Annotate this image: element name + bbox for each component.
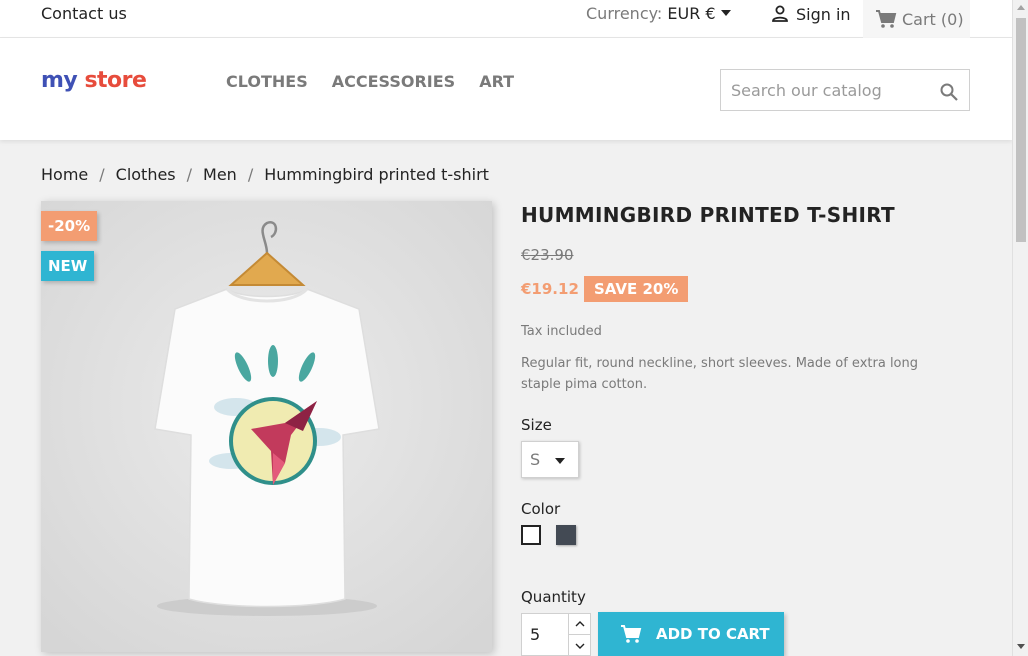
discount-badge: SAVE 20% xyxy=(584,276,689,302)
quantity-label: Quantity xyxy=(521,588,586,606)
currency-value: EUR € xyxy=(667,4,716,23)
main-menu: CLOTHES ACCESSORIES ART xyxy=(226,72,514,91)
size-select[interactable]: S xyxy=(521,441,579,478)
sign-in-label: Sign in xyxy=(796,4,851,24)
site-header: my store CLOTHES ACCESSORIES ART xyxy=(0,38,1012,140)
quantity-input[interactable] xyxy=(522,614,568,655)
menu-item-accessories[interactable]: ACCESSORIES xyxy=(332,72,455,91)
new-flag: NEW xyxy=(41,251,95,281)
add-to-cart-button[interactable]: ADD TO CART xyxy=(598,612,784,656)
search-input[interactable] xyxy=(721,70,921,110)
quantity-increase-button[interactable] xyxy=(568,614,590,635)
cart-icon xyxy=(621,625,642,643)
breadcrumb-clothes[interactable]: Clothes xyxy=(116,165,176,184)
cart-button[interactable]: Cart (0) xyxy=(863,0,970,38)
currency-label: Currency: xyxy=(586,4,663,23)
chevron-down-icon xyxy=(575,643,584,649)
logo-part-my: my xyxy=(41,68,78,93)
add-to-cart-label: ADD TO CART xyxy=(656,625,770,643)
breadcrumb-separator: / xyxy=(186,165,193,184)
cart-label: Cart (0) xyxy=(902,9,964,29)
scroll-up-arrow-icon[interactable] xyxy=(1017,5,1025,10)
menu-item-art[interactable]: ART xyxy=(479,72,514,91)
size-label: Size xyxy=(521,416,552,434)
user-icon xyxy=(772,5,788,22)
contact-us-link[interactable]: Contact us xyxy=(41,4,127,23)
breadcrumb-separator: / xyxy=(99,165,105,184)
cart-icon xyxy=(876,10,897,28)
menu-item-clothes[interactable]: CLOTHES xyxy=(226,72,308,91)
breadcrumb-home[interactable]: Home xyxy=(41,165,88,184)
store-logo[interactable]: my store xyxy=(41,68,147,93)
discount-flag: -20% xyxy=(41,211,98,241)
scroll-down-arrow-icon[interactable] xyxy=(1017,644,1025,649)
product-cover-image[interactable] xyxy=(41,201,492,652)
search-icon[interactable] xyxy=(939,82,959,102)
product-description: Regular fit, round neckline, short sleev… xyxy=(521,356,918,392)
breadcrumb-current: Hummingbird printed t-shirt xyxy=(264,165,489,184)
product-title: HUMMINGBIRD PRINTED T-SHIRT xyxy=(521,203,895,227)
color-swatch-dark-grey[interactable] xyxy=(556,525,576,545)
tshirt-image xyxy=(41,201,492,652)
quantity-stepper xyxy=(521,613,591,656)
color-swatch-white[interactable] xyxy=(521,525,541,545)
chevron-down-icon xyxy=(720,10,731,16)
regular-price: €23.90 xyxy=(521,246,574,264)
currency-selector[interactable]: Currency: EUR € xyxy=(586,4,731,23)
scrollbar-thumb[interactable] xyxy=(1016,18,1026,242)
current-price: €19.12 xyxy=(521,280,579,298)
breadcrumb: Home / Clothes / Men / Hummingbird print… xyxy=(41,165,489,184)
page-scrollbar[interactable] xyxy=(1012,0,1028,656)
quantity-decrease-button[interactable] xyxy=(568,635,590,656)
breadcrumb-men[interactable]: Men xyxy=(203,165,237,184)
size-value: S xyxy=(530,450,541,469)
chevron-down-icon xyxy=(555,458,565,464)
chevron-up-icon xyxy=(575,621,584,627)
top-nav-bar: Contact us Currency: EUR € Sign in Cart … xyxy=(0,0,1012,38)
search-box xyxy=(720,69,970,111)
sign-in-link[interactable]: Sign in xyxy=(770,4,851,24)
tax-label: Tax included xyxy=(521,324,602,339)
logo-part-store: store xyxy=(84,68,147,93)
color-label: Color xyxy=(521,500,561,518)
breadcrumb-separator: / xyxy=(247,165,254,184)
